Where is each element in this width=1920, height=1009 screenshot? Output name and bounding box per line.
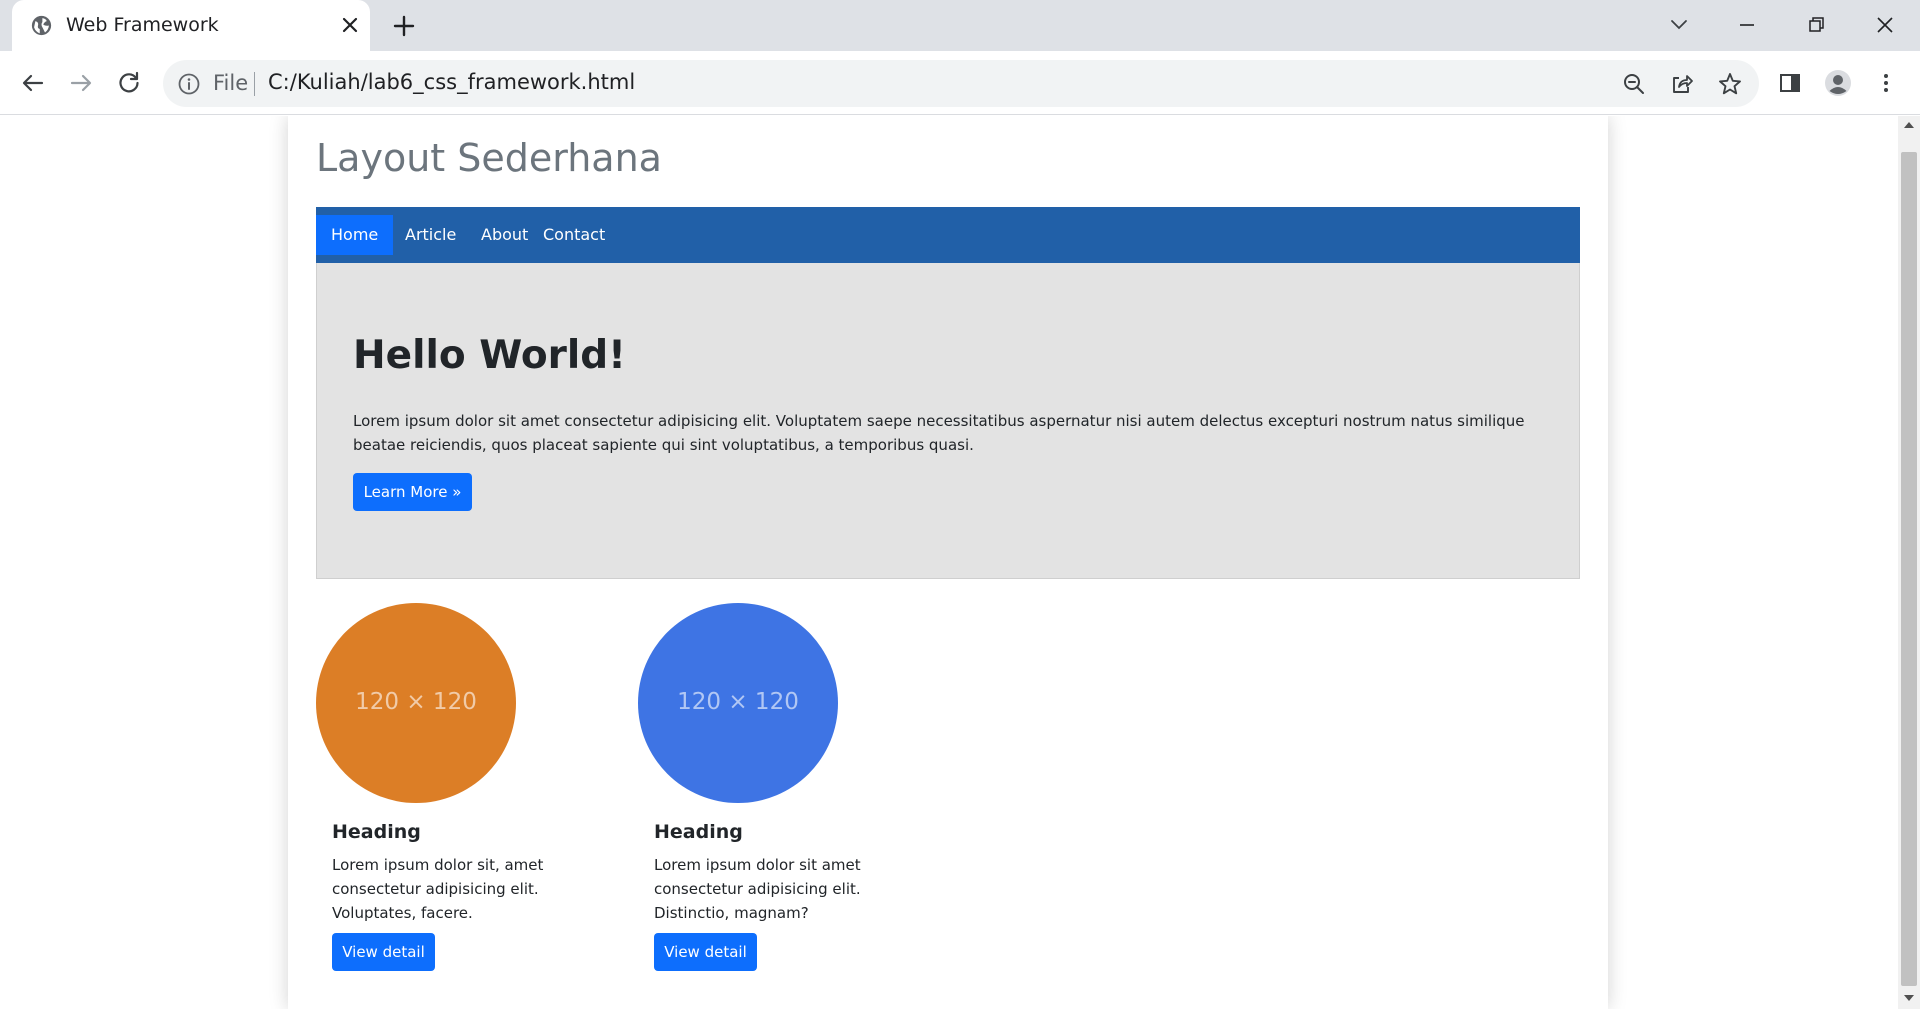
- view-detail-button[interactable]: View detail: [654, 933, 757, 971]
- placeholder-label: 120 × 120: [355, 689, 477, 715]
- learn-more-button[interactable]: Learn More »: [353, 473, 472, 511]
- tab-search-chevron-icon[interactable]: [1664, 10, 1694, 40]
- more-menu-icon[interactable]: [1872, 69, 1900, 97]
- info-icon[interactable]: [177, 72, 201, 96]
- placeholder-label: 120 × 120: [677, 689, 799, 715]
- card-heading: Heading: [654, 821, 743, 843]
- close-window-button[interactable]: [1870, 10, 1900, 40]
- card-heading: Heading: [332, 821, 421, 843]
- card-text: Lorem ipsum dolor sit amet consectetur a…: [654, 856, 861, 922]
- hero-title: Hello World!: [353, 333, 626, 378]
- placeholder-image: 120 × 120: [316, 603, 516, 803]
- scroll-up-arrow-icon[interactable]: [1904, 122, 1914, 128]
- minimize-button[interactable]: [1732, 10, 1762, 40]
- page-viewport: Layout Sederhana Home Article About Cont…: [0, 116, 1898, 1009]
- bookmark-star-icon[interactable]: [1717, 71, 1743, 97]
- nav-link-contact[interactable]: Contact: [528, 215, 620, 255]
- hero-text: Lorem ipsum dolor sit amet consectetur a…: [353, 412, 1525, 454]
- url-text[interactable]: C:/Kuliah/lab6_css_framework.html: [268, 70, 635, 94]
- view-detail-button[interactable]: View detail: [332, 933, 435, 971]
- nav-link-home[interactable]: Home: [316, 215, 394, 255]
- new-tab-button[interactable]: [390, 12, 418, 40]
- site-title: Layout Sederhana: [316, 136, 662, 180]
- browser-tab-bar: Web Framework: [0, 0, 1920, 51]
- globe-icon: [31, 15, 52, 36]
- restore-button[interactable]: [1801, 10, 1831, 40]
- hero-section: Hello World! Lorem ipsum dolor sit amet …: [316, 263, 1580, 579]
- page-container: Layout Sederhana Home Article About Cont…: [288, 116, 1608, 1009]
- side-panel-icon[interactable]: [1776, 69, 1804, 97]
- navbar: Home Article About Contact: [316, 207, 1580, 263]
- reload-icon[interactable]: [114, 68, 144, 98]
- placeholder-image: 120 × 120: [638, 603, 838, 803]
- vertical-scrollbar[interactable]: [1898, 116, 1920, 1009]
- url-scheme-label: File: [213, 71, 249, 95]
- feature-card: 120 × 120 Heading Lorem ipsum dolor sit …: [638, 603, 878, 1003]
- share-icon[interactable]: [1669, 71, 1695, 97]
- address-bar[interactable]: File C:/Kuliah/lab6_css_framework.html: [163, 60, 1759, 107]
- nav-link-article[interactable]: Article: [390, 215, 471, 255]
- scrollbar-thumb[interactable]: [1901, 152, 1917, 986]
- omnibox-divider: [254, 72, 255, 96]
- forward-arrow-icon[interactable]: [66, 68, 96, 98]
- feature-card: 120 × 120 Heading Lorem ipsum dolor sit,…: [316, 603, 556, 1003]
- browser-toolbar: File C:/Kuliah/lab6_css_framework.html: [0, 51, 1920, 115]
- zoom-out-icon[interactable]: [1621, 71, 1647, 97]
- close-icon[interactable]: [338, 13, 362, 37]
- tab-title: Web Framework: [66, 14, 219, 36]
- card-text: Lorem ipsum dolor sit, amet consectetur …: [332, 856, 544, 922]
- back-arrow-icon[interactable]: [18, 68, 48, 98]
- scroll-down-arrow-icon[interactable]: [1904, 995, 1914, 1001]
- profile-avatar-icon[interactable]: [1824, 69, 1852, 97]
- browser-tab[interactable]: Web Framework: [12, 0, 370, 51]
